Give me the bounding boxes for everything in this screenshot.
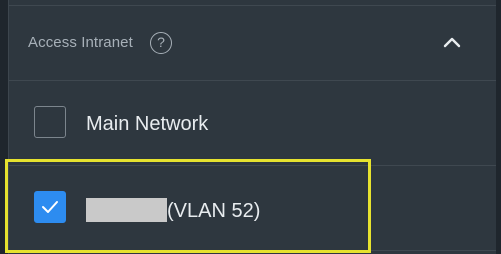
option-main-network[interactable]: Main Network [9, 81, 497, 166]
option-label: Main Network [86, 113, 209, 135]
settings-panel: Access Intranet ? Main Network (VLAN 52) [8, 0, 497, 254]
chevron-up-icon[interactable] [441, 34, 463, 50]
checkmark-icon [42, 201, 58, 213]
access-intranet-header[interactable]: Access Intranet ? [9, 6, 497, 81]
help-icon[interactable]: ? [150, 32, 172, 54]
redacted-network-name [86, 198, 167, 222]
main-network-checkbox[interactable] [34, 106, 66, 138]
vlan-52-checkbox[interactable] [34, 191, 66, 223]
option-vlan-52[interactable]: (VLAN 52) [9, 166, 497, 251]
option-label: (VLAN 52) [86, 198, 260, 223]
vlan-label: (VLAN 52) [167, 200, 261, 222]
window-edge [496, 0, 501, 254]
section-title: Access Intranet [28, 34, 133, 51]
